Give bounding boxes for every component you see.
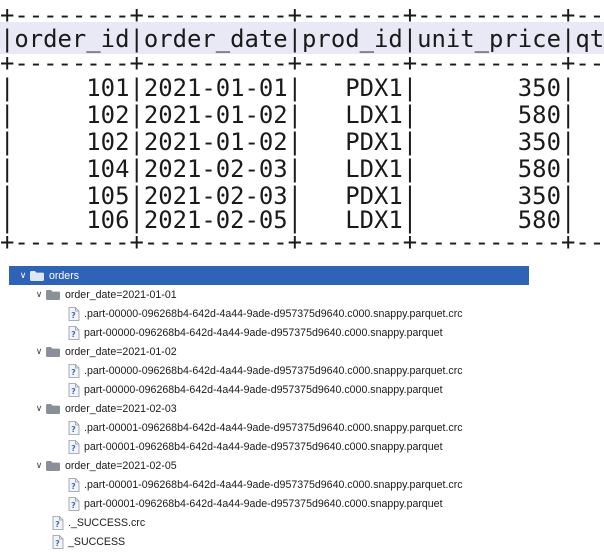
svg-text:?: ? bbox=[71, 425, 76, 434]
tree-item-file[interactable]: ? part-00000-096268b4-642d-4a44-9ade-d957… bbox=[67, 380, 443, 399]
chevron-down-icon[interactable]: ∨ bbox=[32, 460, 46, 471]
tree-item-file[interactable]: ? .part-00001-096268b4-642d-4a44-9ade-d95… bbox=[67, 418, 463, 437]
chevron-down-icon[interactable]: ∨ bbox=[32, 346, 46, 357]
tree-item-label: order_date=2021-02-03 bbox=[65, 402, 177, 415]
svg-text:?: ? bbox=[71, 368, 76, 377]
folder-icon bbox=[30, 270, 44, 281]
tree-item-label: part-00001-096268b4-642d-4a44-9ade-d9573… bbox=[84, 440, 443, 453]
table-row: | 102|2021-01-02| PDX1| 350| 3| bbox=[0, 128, 604, 156]
chevron-down-icon[interactable]: ∨ bbox=[32, 403, 46, 414]
tree-item-file[interactable]: ? part-00000-096268b4-642d-4a44-9ade-d957… bbox=[67, 323, 443, 342]
svg-text:?: ? bbox=[71, 311, 76, 320]
folder-icon bbox=[46, 346, 60, 357]
table-row: | 102|2021-01-02| LDX1| 580| 5| bbox=[0, 101, 604, 129]
unknown-file-icon: ? bbox=[67, 382, 81, 397]
table-row: | 104|2021-02-03| LDX1| 580| 8| bbox=[0, 155, 604, 183]
svg-text:?: ? bbox=[71, 482, 76, 491]
unknown-file-icon: ? bbox=[67, 496, 81, 511]
chevron-down-icon[interactable]: ∨ bbox=[32, 289, 46, 300]
chevron-down-icon[interactable]: ∨ bbox=[16, 270, 30, 281]
tree-item-label: _SUCCESS bbox=[68, 535, 126, 548]
folder-icon bbox=[46, 403, 60, 414]
ascii-table-output: +--------+----------+-------+----------+… bbox=[0, 0, 604, 256]
tree-item-label: part-00000-096268b4-642d-4a44-9ade-d9573… bbox=[84, 383, 443, 396]
tree-item-folder[interactable]: ∨ order_date=2021-01-01 bbox=[32, 285, 177, 304]
file-tree: ∨ orders ∨ order_date=2021-01-01? .part-0000… bbox=[0, 264, 604, 552]
tree-item-file[interactable]: ? .part-00000-096268b4-642d-4a44-9ade-d95… bbox=[67, 361, 463, 380]
unknown-file-icon: ? bbox=[67, 325, 81, 340]
tree-item-file[interactable]: ? ._SUCCESS.crc bbox=[51, 513, 145, 532]
unknown-file-icon: ? bbox=[67, 306, 81, 321]
tree-item-label: order_date=2021-02-05 bbox=[65, 459, 177, 472]
svg-text:?: ? bbox=[71, 444, 76, 453]
tree-item-label: orders bbox=[49, 269, 80, 282]
tree-item-folder[interactable]: ∨ order_date=2021-02-03 bbox=[32, 399, 177, 418]
tree-item-label: ._SUCCESS.crc bbox=[68, 516, 146, 529]
unknown-file-icon: ? bbox=[51, 515, 65, 530]
svg-text:?: ? bbox=[55, 539, 60, 548]
tree-item-folder[interactable]: ∨ order_date=2021-02-05 bbox=[32, 456, 177, 475]
tree-item-label: order_date=2021-01-01 bbox=[65, 288, 177, 301]
tree-item-file[interactable]: ? _SUCCESS bbox=[51, 532, 125, 551]
unknown-file-icon: ? bbox=[67, 363, 81, 378]
tree-item-file[interactable]: ? part-00001-096268b4-642d-4a44-9ade-d957… bbox=[67, 494, 443, 513]
tree-item-label: .part-00000-096268b4-642d-4a44-9ade-d957… bbox=[84, 307, 463, 320]
unknown-file-icon: ? bbox=[67, 439, 81, 454]
tree-item-file[interactable]: ? part-00001-096268b4-642d-4a44-9ade-d957… bbox=[67, 437, 443, 456]
tree-item-label: .part-00000-096268b4-642d-4a44-9ade-d957… bbox=[84, 364, 463, 377]
tree-item-folder[interactable]: ∨ order_date=2021-01-02 bbox=[32, 342, 177, 361]
svg-text:?: ? bbox=[71, 330, 76, 339]
unknown-file-icon: ? bbox=[67, 477, 81, 492]
svg-text:?: ? bbox=[71, 387, 76, 396]
tree-item-label: order_date=2021-01-02 bbox=[65, 345, 177, 358]
table-bottom-border: +--------+----------+-------+----------+… bbox=[0, 228, 604, 256]
tree-item-label: part-00000-096268b4-642d-4a44-9ade-d9573… bbox=[84, 326, 443, 339]
tree-item-orders[interactable]: ∨ orders bbox=[9, 266, 529, 285]
tree-item-label: .part-00001-096268b4-642d-4a44-9ade-d957… bbox=[84, 421, 463, 434]
unknown-file-icon: ? bbox=[51, 534, 65, 549]
table-row: | 101|2021-01-01| PDX1| 350| 7| bbox=[0, 74, 604, 102]
tree-item-label: .part-00001-096268b4-642d-4a44-9ade-d957… bbox=[84, 478, 463, 491]
svg-text:?: ? bbox=[55, 520, 60, 529]
tree-item-file[interactable]: ? .part-00001-096268b4-642d-4a44-9ade-d95… bbox=[67, 475, 463, 494]
folder-icon bbox=[46, 460, 60, 471]
tree-item-label: part-00001-096268b4-642d-4a44-9ade-d9573… bbox=[84, 497, 443, 510]
folder-icon bbox=[46, 289, 60, 300]
tree-item-file[interactable]: ? .part-00000-096268b4-642d-4a44-9ade-d95… bbox=[67, 304, 463, 323]
svg-text:?: ? bbox=[71, 501, 76, 510]
unknown-file-icon: ? bbox=[67, 420, 81, 435]
